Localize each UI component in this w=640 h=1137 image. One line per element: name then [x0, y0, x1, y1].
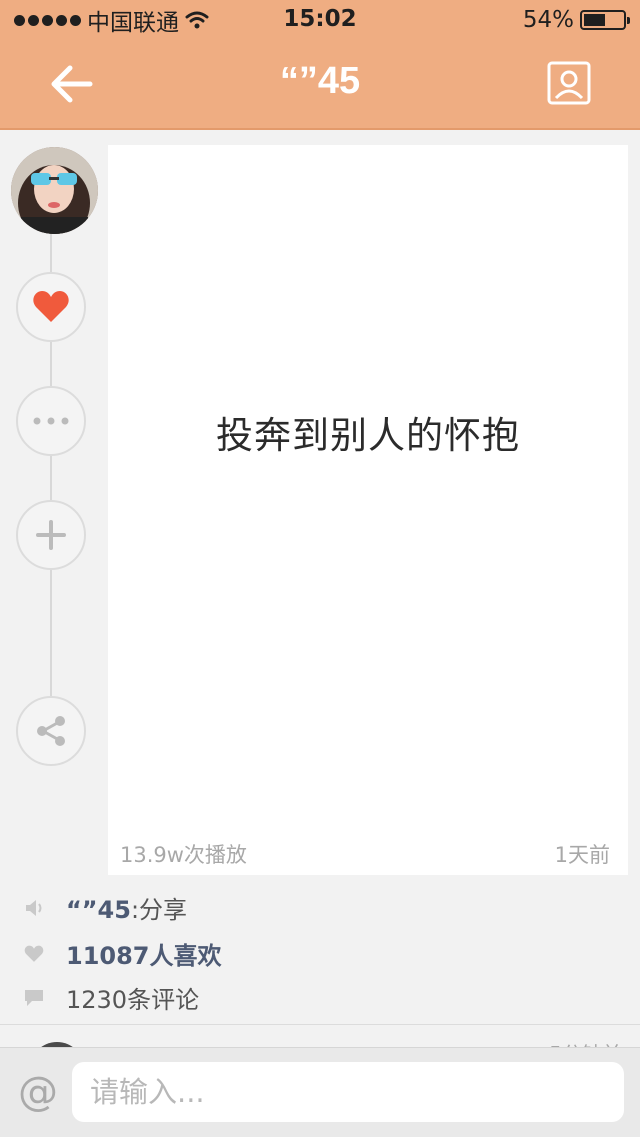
shared-by-text: “”45:分享 — [66, 890, 187, 925]
comment-icon — [24, 988, 44, 1008]
heart-outline-icon — [24, 944, 44, 964]
user-profile-icon[interactable] — [546, 60, 592, 106]
avatar-image — [11, 147, 98, 234]
battery-icon — [580, 10, 630, 30]
play-count: 13.9w次播放 — [120, 843, 247, 867]
comments-row: 1230条评论 — [24, 980, 199, 1015]
mention-button[interactable]: @ — [18, 1070, 58, 1114]
shared-by-user[interactable]: “”45 — [66, 896, 131, 924]
share-icon — [37, 716, 65, 746]
share-button[interactable] — [16, 696, 86, 766]
status-right: 54% — [522, 6, 630, 34]
plus-icon — [36, 520, 66, 550]
nav-bar: “”45 — [0, 40, 640, 130]
heart-icon — [33, 291, 69, 322]
divider — [0, 1024, 640, 1025]
speaker-icon — [24, 898, 44, 918]
post-time: 1天前 — [554, 843, 610, 867]
post-text: 投奔到别人的怀抱 — [216, 414, 520, 457]
comment-input[interactable] — [72, 1062, 624, 1122]
post-card[interactable]: 投奔到别人的怀抱 13.9w次播放 1天前 — [108, 145, 628, 875]
likes-count[interactable]: 11087人喜欢 — [66, 936, 222, 971]
like-button[interactable] — [16, 272, 86, 342]
battery-percent: 54% — [522, 7, 574, 33]
ellipsis-icon — [33, 417, 69, 425]
page-title: “”45 — [279, 60, 361, 102]
comments-count[interactable]: 1230条评论 — [66, 980, 199, 1015]
likes-row: 11087人喜欢 — [24, 936, 222, 971]
more-button[interactable] — [16, 386, 86, 456]
shared-by-row: “”45:分享 — [24, 890, 187, 925]
comment-input-bar: @ — [0, 1047, 640, 1137]
status-bar: 中国联通 15:02 54% — [0, 0, 640, 40]
add-button[interactable] — [16, 500, 86, 570]
shared-suffix: :分享 — [130, 896, 188, 924]
avatar[interactable] — [11, 147, 98, 234]
